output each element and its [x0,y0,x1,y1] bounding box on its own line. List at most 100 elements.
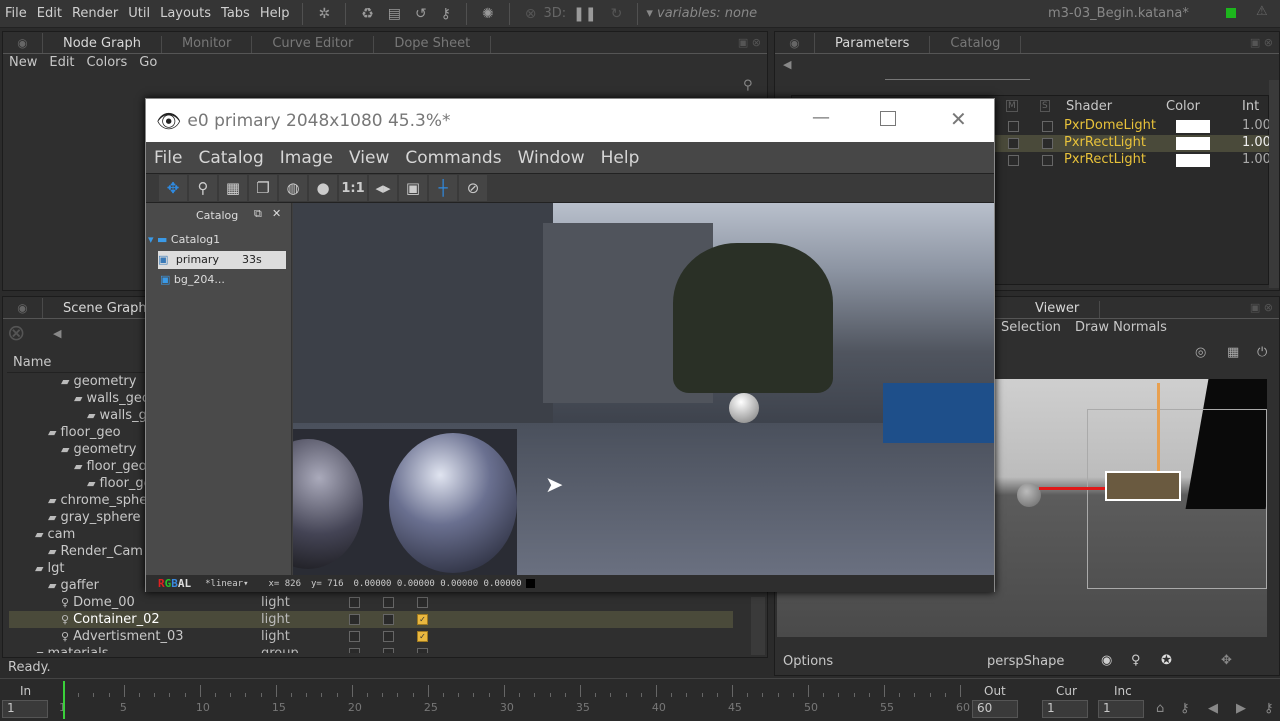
menu-layouts[interactable]: Layouts [155,6,216,21]
menu-util[interactable]: Util [123,6,155,21]
play-icon[interactable]: ▶ [1236,701,1246,716]
menu-selection[interactable]: Selection [1001,320,1061,335]
aperture-icon[interactable]: ✪ [1161,653,1172,668]
tab-monitor[interactable]: Monitor [162,36,253,53]
window-titlebar[interactable]: 👁 e0 primary 2048x1080 45.3%* — ✕ [146,99,994,142]
panel-close-icon[interactable]: ▣ ⊗ [1250,36,1273,49]
lut-dropdown[interactable]: *linear▾ [205,579,248,589]
it-menu-image[interactable]: Image [272,148,341,168]
gear-icon[interactable]: ✲ [318,6,330,22]
tab-curve-editor[interactable]: Curve Editor [252,36,375,53]
tab-parameters[interactable]: Parameters [815,36,931,53]
ng-menu-colors[interactable]: Colors [87,55,128,70]
table-row[interactable]: PxrRectLight 1.00 [992,152,1271,169]
crosshair-icon[interactable]: ┼ [429,175,457,201]
next-key-icon[interactable]: ⚷ [1264,701,1274,716]
solo-checkbox[interactable] [417,648,428,653]
vertical-scrollbar[interactable] [751,597,765,655]
maximize-button[interactable] [880,111,896,126]
visibility-checkbox[interactable] [349,648,360,653]
out-field[interactable]: 60 [972,700,1018,718]
pause-icon[interactable]: ❚❚ [573,6,596,22]
it-menu-file[interactable]: File [146,148,190,168]
inc-field[interactable]: 1 [1098,700,1144,718]
tab-viewer[interactable]: Viewer [1015,301,1101,318]
catalog-root[interactable]: ▾ ▬ Catalog1 [148,233,220,246]
mute-checkbox[interactable] [383,614,394,625]
bug-icon[interactable]: ✺ [482,6,494,22]
catalog-item-primary[interactable]: ▣ primary 33s [158,251,286,269]
tree-row[interactable]: ♀ Dome_00 light [9,594,733,611]
zoom-icon[interactable]: ⚲ [189,175,217,201]
light-icon[interactable]: ♀ [1131,653,1141,668]
clapper-icon[interactable]: ▤ [388,6,401,22]
catalog-item-bg[interactable]: ▣ bg_204... [160,273,225,286]
image-icon[interactable]: ▣ [399,175,427,201]
globe-pick-icon[interactable]: ◍ [279,175,307,201]
rendered-image[interactable]: ➤ [293,203,994,575]
warning-icon[interactable]: ⚠ [1256,4,1268,19]
camera-name[interactable]: perspShape [987,654,1064,669]
back-icon[interactable]: ◀ [783,58,791,71]
solo-checkbox[interactable] [417,597,428,608]
tree-row[interactable]: ♀ Container_02 light ✓ [9,611,733,628]
table-row[interactable]: PxrRectLight 1.00 [992,135,1271,152]
mute-checkbox[interactable] [383,648,394,653]
intensity-value[interactable]: 1.00 [1242,118,1271,133]
clapper-icon[interactable]: ▦ [219,175,247,201]
solo-checkbox[interactable] [1042,121,1053,132]
panel-menu-icon[interactable]: ◉ [775,33,815,53]
power-icon[interactable]: ⏻ [1257,345,1267,360]
channel-b[interactable]: B [171,577,178,590]
compare-icon[interactable]: ◂▸ [369,175,397,201]
rect-light[interactable] [1105,471,1181,501]
it-menu-help[interactable]: Help [593,148,648,168]
it-menu-view[interactable]: View [341,148,397,168]
mute-checkbox[interactable] [383,597,394,608]
ng-menu-new[interactable]: New [9,55,37,70]
solo-checkbox[interactable]: ✓ [417,631,428,642]
back-icon[interactable]: ◀ [53,327,61,340]
intensity-value[interactable]: 1.00 [1242,152,1271,167]
channel-a[interactable]: A [178,577,185,590]
cur-field[interactable]: 1 [1042,700,1088,718]
close-button[interactable]: ✕ [950,107,967,131]
stop-render-icon[interactable]: ⊘ [459,175,487,201]
tree-row[interactable]: ▰ materials group [9,645,733,653]
manipulator-icon[interactable]: ✥ [1221,653,1232,668]
visibility-checkbox[interactable] [349,631,360,642]
visibility-checkbox[interactable] [349,597,360,608]
current-frame-marker[interactable] [63,681,65,719]
mute-checkbox[interactable] [383,631,394,642]
color-swatch[interactable] [1176,154,1210,167]
solo-checkbox[interactable] [1042,138,1053,149]
menu-edit[interactable]: Edit [32,6,67,21]
prev-frame-icon[interactable]: ◀ [1208,701,1218,716]
solo-checkbox[interactable] [1042,155,1053,166]
channel-r[interactable]: R [158,577,165,590]
it-menu-commands[interactable]: Commands [397,148,509,168]
image-stack-icon[interactable]: ❐ [249,175,277,201]
prev-key-icon[interactable]: ⚷ [1180,701,1190,716]
cancel-icon[interactable]: ⊗ [525,6,537,22]
color-swatch[interactable] [1176,137,1210,150]
tab-node-graph[interactable]: Node Graph [43,36,162,53]
it-menu-catalog[interactable]: Catalog [190,148,271,168]
menu-render[interactable]: Render [67,6,123,21]
timeline-ruler[interactable]: 151015202530354045505560 [59,679,970,721]
tab-catalog[interactable]: Catalog [930,36,1022,53]
mute-checkbox[interactable] [1008,138,1019,149]
x-axis-handle[interactable] [1039,487,1109,490]
variables-dropdown[interactable]: ▾ variables: none [646,6,757,21]
close-icon[interactable]: ✕ [272,207,281,220]
panel-close-icon[interactable]: ▣ ⊗ [738,36,761,49]
menu-file[interactable]: File [0,6,32,21]
refresh-icon[interactable]: ↻ [611,6,623,22]
intensity-value[interactable]: 1.00 [1242,135,1271,150]
ng-menu-edit[interactable]: Edit [49,55,74,70]
menu-tabs[interactable]: Tabs [216,6,255,21]
channel-l[interactable]: L [185,577,192,590]
key-icon[interactable]: ⚷ [441,6,451,22]
tab-dope-sheet[interactable]: Dope Sheet [374,36,492,53]
menu-help[interactable]: Help [255,6,295,21]
